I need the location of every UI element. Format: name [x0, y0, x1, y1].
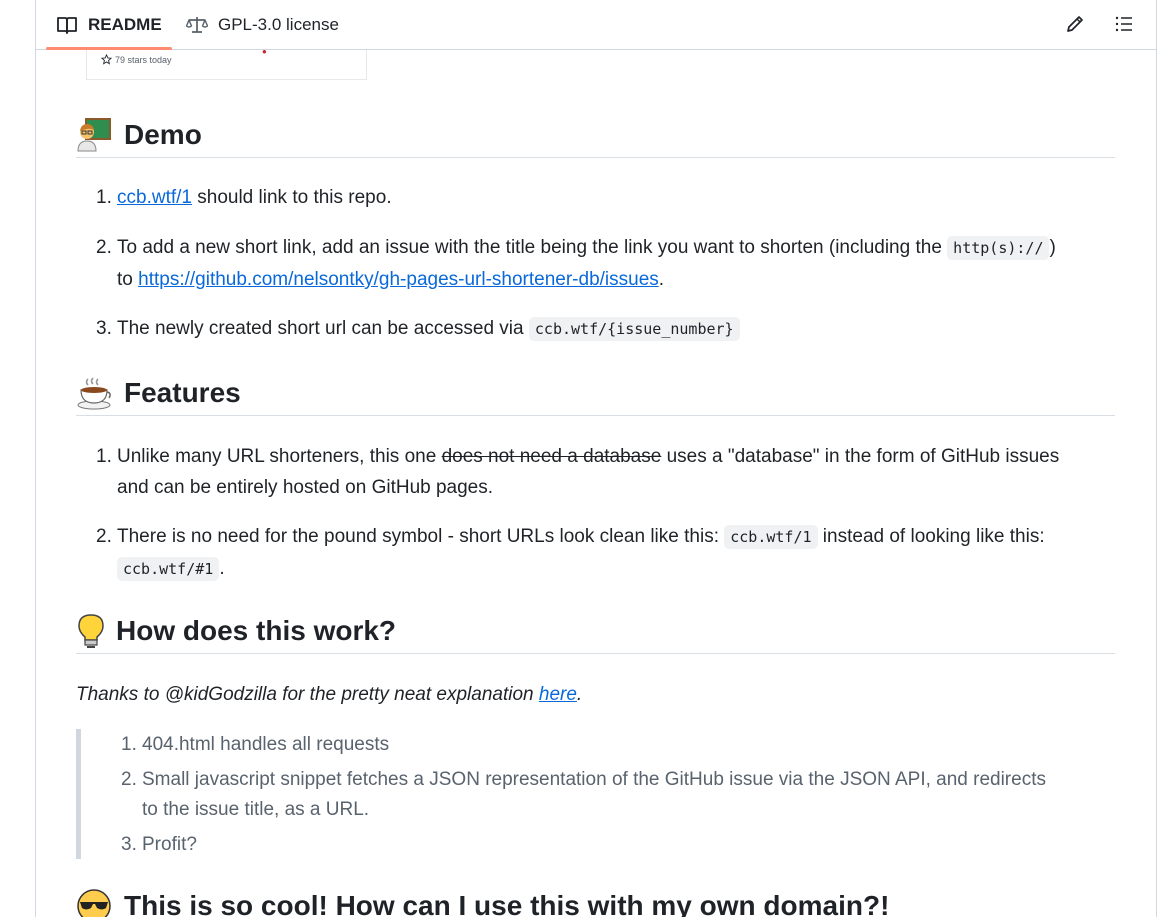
explanation-intro: Thanks to @kidGodzilla for the pretty ne…	[76, 684, 583, 705]
teacher-emoji	[77, 118, 111, 152]
sunglasses-emoji	[77, 889, 111, 917]
heading-how-text: How does this work?	[116, 615, 397, 646]
coffee-emoji	[77, 377, 111, 410]
heading-features: Features	[76, 371, 1115, 416]
trending-card-image: ● 79 stars today	[86, 47, 367, 80]
strikethrough-text: does not need a database	[441, 446, 662, 467]
readme-panel: README GPL-3.0 license ● 79 stars today …	[35, 0, 1157, 917]
blockquote: 1. 404.html handles all requests 2. Smal…	[76, 729, 1111, 859]
tab-license[interactable]: GPL-3.0 license	[186, 0, 339, 49]
law-icon	[186, 16, 208, 33]
pencil-icon	[1067, 16, 1083, 32]
heading-how: How does this work?	[76, 609, 1115, 654]
issues-link[interactable]: https://github.com/nelsontky/gh-pages-ur…	[138, 269, 659, 290]
inline-code: http(s)://	[947, 236, 1050, 260]
outline-button[interactable]	[1109, 9, 1139, 39]
edit-file-button[interactable]	[1060, 9, 1090, 39]
stars-today: 79 stars today	[101, 54, 172, 65]
explanation-link[interactable]: here	[539, 684, 577, 705]
tab-readme-label: README	[88, 14, 162, 34]
readme-tabbar: README GPL-3.0 license	[36, 0, 1156, 50]
heading-demo-text: Demo	[124, 119, 202, 150]
inline-code: ccb.wtf/#1	[117, 557, 220, 581]
star-icon	[101, 54, 112, 65]
inline-code: ccb.wtf/{issue_number}	[528, 317, 740, 341]
list-icon	[1115, 16, 1132, 32]
heading-features-text: Features	[124, 377, 241, 408]
heading-own-domain-text: This is so cool! How can I use this with…	[124, 890, 890, 917]
book-icon	[57, 16, 77, 34]
tab-readme[interactable]: README	[46, 0, 172, 50]
short-link[interactable]: ccb.wtf/1	[117, 187, 192, 208]
heading-demo: Demo	[76, 113, 1115, 158]
tab-license-label: GPL-3.0 license	[218, 14, 339, 34]
bulb-emoji	[78, 614, 104, 648]
inline-code: ccb.wtf/1	[724, 525, 818, 549]
heading-own-domain: This is so cool! How can I use this with…	[76, 884, 1115, 917]
